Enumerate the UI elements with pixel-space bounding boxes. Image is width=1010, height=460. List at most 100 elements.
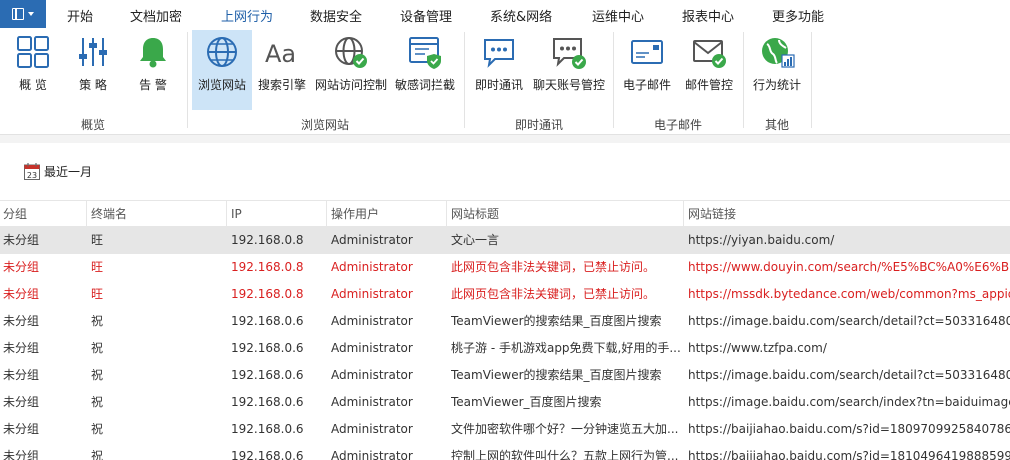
caret-down-icon <box>28 12 34 16</box>
browser-shield-icon <box>409 37 441 69</box>
cell-terminal: 祝 <box>91 449 104 460</box>
chat-account-control-button[interactable]: 聊天账号管控 <box>530 30 608 110</box>
email-button[interactable]: 电子邮件 <box>618 30 676 110</box>
group-label-overview: 概览 <box>80 118 105 132</box>
date-range-label: 最近一月 <box>44 165 93 179</box>
table-row[interactable]: 未分组 祝 192.168.0.6 Administrator TeamViewer_百… <box>0 389 1010 416</box>
cell-terminal: 祝 <box>91 341 104 355</box>
table-row[interactable]: 未分组 祝 192.168.0.6 Administrator TeamViewer的搜… <box>0 308 1010 335</box>
column-header-group[interactable]: 分组 <box>0 201 86 227</box>
menu-item-system-network[interactable]: 系统&网络 <box>490 6 552 25</box>
cell-group: 未分组 <box>3 314 40 328</box>
cell-terminal: 旺 <box>91 260 104 274</box>
sensitive-word-block-label: 敏感词拦截 <box>394 78 455 92</box>
ribbon: 概 览 策 略 告 警 浏览网站 Aa 搜索引擎 网站访问控制 敏感词拦截 即时… <box>0 28 1010 135</box>
calendar-day-number: 23 <box>27 171 37 180</box>
cell-ip: 192.168.0.6 <box>231 422 304 436</box>
cell-site-url: https://image.baidu.com/search/detail?ct… <box>688 368 1010 382</box>
menu-item-start[interactable]: 开始 <box>67 6 93 25</box>
cell-site-title: TeamViewer的搜索结果_百度图片搜索 <box>451 368 662 382</box>
menu-item-device-management[interactable]: 设备管理 <box>400 6 452 25</box>
menu-item-internet-behavior[interactable]: 上网行为 <box>221 6 274 30</box>
table-row[interactable]: 未分组 旺 192.168.0.8 Administrator 此网页包含非法关键词，已… <box>0 254 1010 281</box>
cell-ip: 192.168.0.6 <box>231 449 304 460</box>
cell-group: 未分组 <box>3 422 40 436</box>
mail-card-icon <box>631 40 663 64</box>
cell-site-url: https://www.douyin.com/search/%E5%BC%A0%… <box>688 260 1010 274</box>
grid-icon <box>17 36 49 68</box>
menu-item-report-center[interactable]: 报表中心 <box>682 6 734 25</box>
search-engine-label: 搜索引擎 <box>257 78 306 92</box>
cell-user: Administrator <box>331 260 413 274</box>
sensitive-word-block-button[interactable]: 敏感词拦截 <box>392 30 458 110</box>
column-header-terminal[interactable]: 终端名 <box>86 201 226 227</box>
cell-site-url: https://www.tzfpa.com/ <box>688 341 827 355</box>
bell-icon <box>140 38 166 68</box>
website-access-control-button[interactable]: 网站访问控制 <box>312 30 390 110</box>
cell-group: 未分组 <box>3 233 40 247</box>
cell-user: Administrator <box>331 233 413 247</box>
column-header-site-url[interactable]: 网站链接 <box>683 201 1010 227</box>
table-header: 分组 终端名 IP 操作用户 网站标题 网站链接 <box>0 200 1010 227</box>
cell-user: Administrator <box>331 287 413 301</box>
behavior-statistics-button[interactable]: 行为统计 <box>748 30 806 110</box>
group-label-browse-websites: 浏览网站 <box>300 118 349 132</box>
cell-ip: 192.168.0.6 <box>231 341 304 355</box>
cell-group: 未分组 <box>3 260 40 274</box>
globe-chart-icon <box>762 38 795 68</box>
cell-site-title: TeamViewer_百度图片搜索 <box>451 395 602 409</box>
cell-ip: 192.168.0.8 <box>231 233 304 247</box>
cell-user: Administrator <box>331 368 413 382</box>
toolbar: 23 最近一月 <box>0 143 1010 200</box>
table-row[interactable]: 未分组 旺 192.168.0.8 Administrator 文心一言 https://… <box>0 227 1010 254</box>
policy-label: 策 略 <box>79 78 107 92</box>
cell-terminal: 祝 <box>91 395 104 409</box>
table-row[interactable]: 未分组 祝 192.168.0.6 Administrator 控制上网的软件叫什么？五… <box>0 443 1010 460</box>
menu-item-data-security[interactable]: 数据安全 <box>310 6 362 25</box>
column-header-site-title[interactable]: 网站标题 <box>446 201 683 227</box>
email-control-button[interactable]: 邮件管控 <box>680 30 738 110</box>
cell-group: 未分组 <box>3 449 40 460</box>
cell-user: Administrator <box>331 395 413 409</box>
cell-group: 未分组 <box>3 368 40 382</box>
menu-item-more-functions[interactable]: 更多功能 <box>772 6 824 25</box>
column-header-ip[interactable]: IP <box>226 201 326 227</box>
cell-site-url: https://baijiahao.baidu.com/s?id=1809709… <box>688 422 1010 436</box>
alert-button[interactable]: 告 警 <box>128 30 178 110</box>
cell-site-url: https://baijiahao.baidu.com/s?id=1810496… <box>688 449 1010 460</box>
cell-terminal: 祝 <box>91 422 104 436</box>
cell-group: 未分组 <box>3 395 40 409</box>
group-separator <box>187 32 188 128</box>
cell-site-title: 此网页包含非法关键词，已禁止访问。 <box>451 260 656 274</box>
globe-icon <box>207 37 237 67</box>
cell-user: Administrator <box>331 341 413 355</box>
overview-label: 概 览 <box>19 78 47 92</box>
cell-site-url: https://image.baidu.com/search/detail?ct… <box>688 314 1010 328</box>
cell-site-url: https://image.baidu.com/search/index?tn=… <box>688 395 1010 409</box>
instant-messaging-button[interactable]: 即时通讯 <box>470 30 528 110</box>
app-menu-button[interactable] <box>0 0 46 28</box>
browse-websites-label: 浏览网站 <box>197 78 246 92</box>
cell-ip: 192.168.0.6 <box>231 314 304 328</box>
table-row[interactable]: 未分组 祝 192.168.0.6 Administrator 文件加密软件哪个好？一分… <box>0 416 1010 443</box>
group-separator <box>464 32 465 128</box>
overview-button[interactable]: 概 览 <box>8 30 58 110</box>
search-engine-button[interactable]: Aa 搜索引擎 <box>254 30 310 110</box>
table-row[interactable]: 未分组 祝 192.168.0.6 Administrator 桃子游 - 手机游戏ap… <box>0 335 1010 362</box>
calendar-icon: 23 <box>24 163 40 180</box>
cell-ip: 192.168.0.8 <box>231 287 304 301</box>
menu-item-doc-encrypt[interactable]: 文档加密 <box>130 6 182 25</box>
column-header-user[interactable]: 操作用户 <box>326 201 446 227</box>
date-range-filter[interactable]: 23 最近一月 <box>24 163 92 180</box>
app-menu-icon <box>12 8 24 20</box>
font-aa-icon: Aa <box>265 40 296 68</box>
cell-user: Administrator <box>331 314 413 328</box>
policy-button[interactable]: 策 略 <box>68 30 118 110</box>
table-row[interactable]: 未分组 旺 192.168.0.8 Administrator 此网页包含非法关键词，已… <box>0 281 1010 308</box>
chat-account-control-label: 聊天账号管控 <box>532 78 605 92</box>
browse-websites-button[interactable]: 浏览网站 <box>192 30 252 110</box>
behavior-statistics-label: 行为统计 <box>752 78 801 92</box>
menu-item-ops-center[interactable]: 运维中心 <box>592 6 644 25</box>
cell-site-title: TeamViewer的搜索结果_百度图片搜索 <box>451 314 662 328</box>
table-row[interactable]: 未分组 祝 192.168.0.6 Administrator TeamViewer的搜… <box>0 362 1010 389</box>
